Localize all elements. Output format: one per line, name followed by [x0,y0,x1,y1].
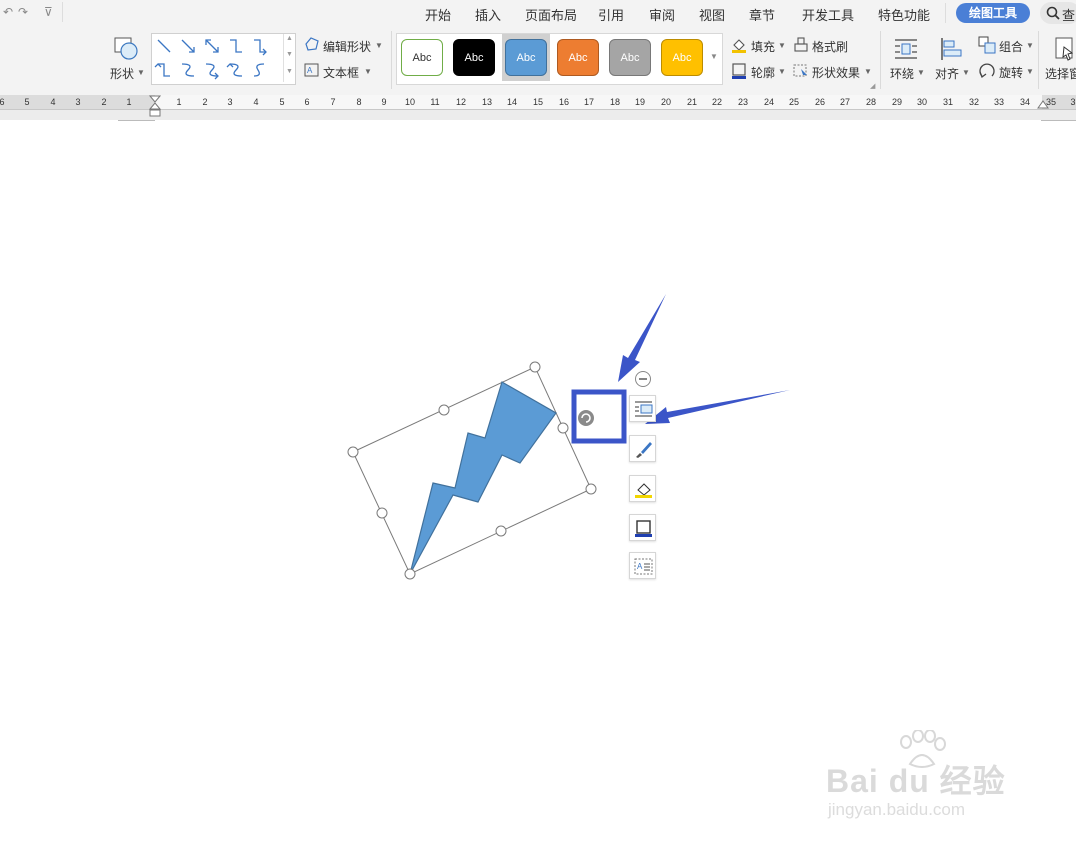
resize-handle[interactable] [495,525,507,537]
annotation-arrow [645,390,790,424]
resize-handle[interactable] [557,422,569,434]
shape-style-brush-icon [636,442,652,458]
shape-style-button[interactable] [629,435,656,462]
watermark-url: jingyan.baidu.com [828,800,966,819]
layout-options-icon [635,401,653,417]
collapse-icon[interactable] [634,370,652,388]
rotate-handle-icon[interactable] [578,410,594,426]
resize-handle[interactable] [438,404,450,416]
text-wrap-icon: A [634,558,653,575]
outline-button[interactable] [629,514,656,541]
lightning-bolt-shape[interactable] [409,381,557,575]
fill-color-button[interactable] [629,475,656,502]
resize-handle[interactable] [529,361,541,373]
resize-handle[interactable] [347,446,359,458]
text-wrap-button[interactable]: A [629,552,656,579]
svg-text:A: A [637,562,643,571]
resize-handle[interactable] [404,568,416,580]
watermark: Bai du 经验 jingyan.baidu.com [826,730,1026,830]
document-canvas [347,294,790,580]
resize-handle[interactable] [585,483,597,495]
resize-handle[interactable] [376,507,388,519]
fill-color-icon [635,483,652,498]
watermark-brand: Bai du 经验 [826,763,1006,799]
outline-icon [635,520,652,537]
annotation-arrow [618,294,666,382]
layout-options-button[interactable] [629,395,656,422]
